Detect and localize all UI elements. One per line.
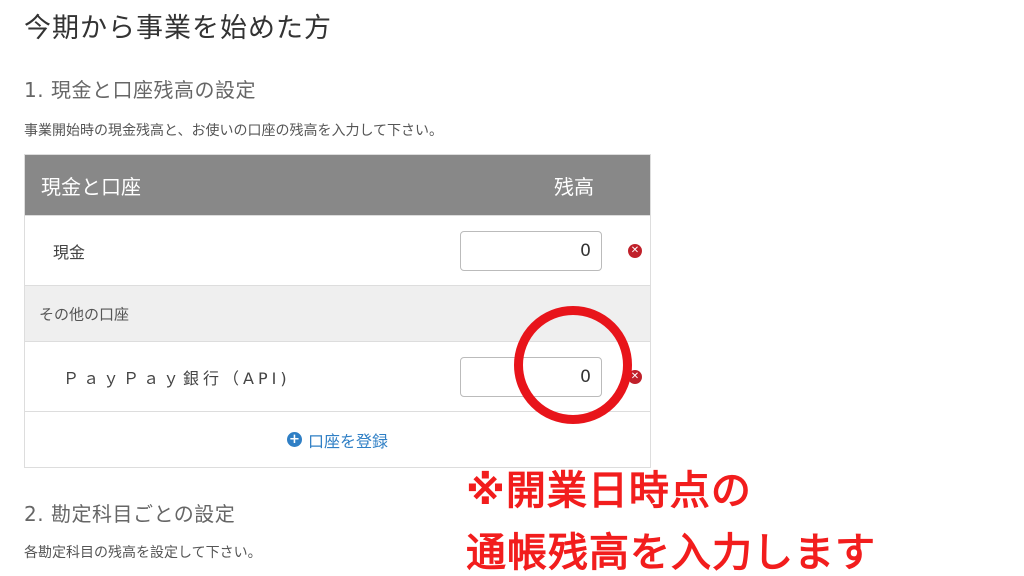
- cash-balance-input[interactable]: [460, 230, 602, 271]
- annotation-line-2: 通帳残高を入力します: [466, 530, 876, 576]
- section-heading-cash-accounts: 1. 現金と口座残高の設定: [24, 78, 256, 102]
- cash-label: 現金: [53, 242, 86, 262]
- other-accounts-label: その他の口座: [39, 305, 130, 323]
- header-account: 現金と口座: [41, 174, 141, 199]
- add-account-label: 口座を登録: [307, 431, 388, 451]
- delete-icon[interactable]: ✕: [628, 369, 642, 384]
- delete-icon[interactable]: ✕: [628, 243, 642, 258]
- bank-account-row: ＰａｙＰａｙ銀行（API) ✕: [25, 341, 650, 411]
- page-title: 今期から事業を始めた方: [24, 13, 332, 44]
- section-description: 事業開始時の現金残高と、お使いの口座の残高を入力して下さい。: [24, 123, 444, 139]
- header-balance: 残高: [554, 174, 594, 199]
- section-description: 各勘定科目の残高を設定して下さい。: [24, 545, 262, 561]
- plus-circle-icon: +: [286, 432, 302, 447]
- bank-account-label: ＰａｙＰａｙ銀行（API): [63, 368, 291, 388]
- add-account-link[interactable]: + 口座を登録: [286, 428, 388, 452]
- cash-row: 現金 ✕: [25, 215, 650, 285]
- table-header: 現金と口座 残高: [25, 155, 650, 215]
- section-heading-accounts: 2. 勘定科目ごとの設定: [24, 502, 236, 526]
- annotation-line-1: ※開業日時点の: [466, 468, 752, 514]
- balance-table: 現金と口座 残高 現金 ✕ その他の口座 ＰａｙＰａｙ銀行（API) ✕ + 口…: [24, 154, 651, 468]
- bank-balance-input[interactable]: [460, 356, 602, 397]
- other-accounts-group-row: その他の口座: [25, 285, 650, 341]
